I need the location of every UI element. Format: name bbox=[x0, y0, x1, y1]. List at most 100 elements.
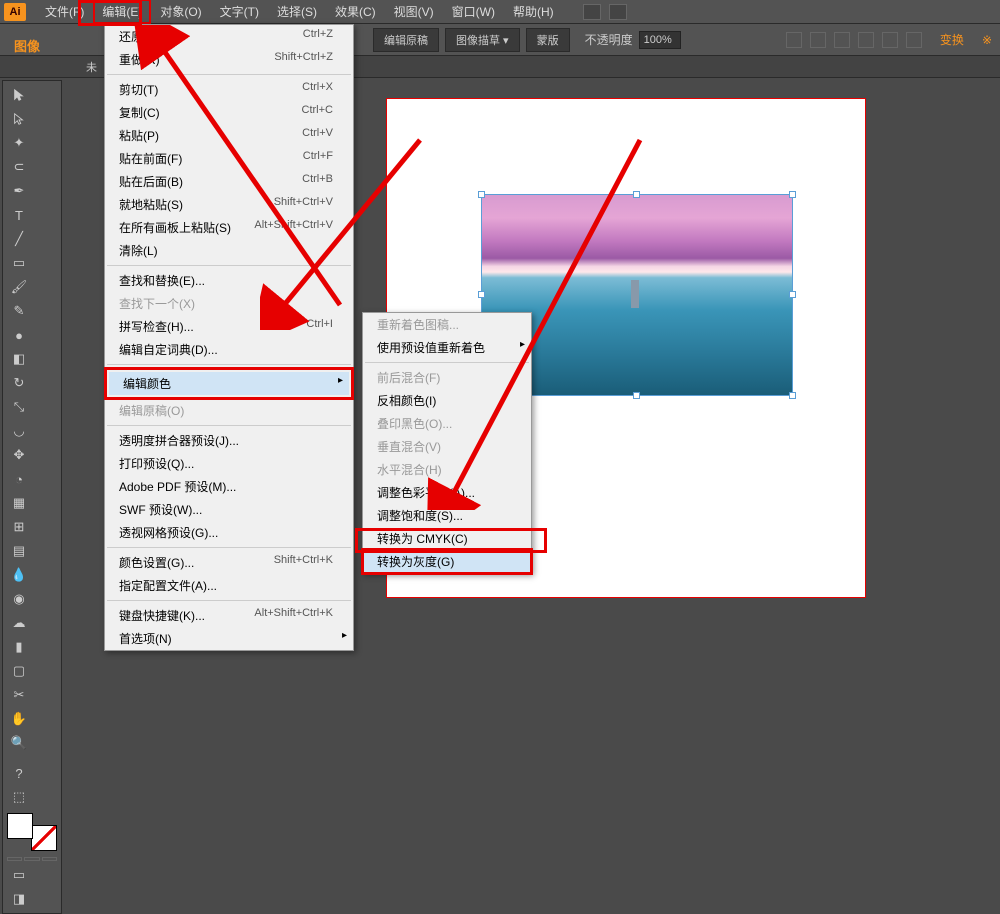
mesh-tool[interactable]: ⊞ bbox=[6, 516, 32, 538]
align-icon[interactable] bbox=[858, 32, 874, 48]
align-icon[interactable] bbox=[882, 32, 898, 48]
menu-item[interactable]: 清除(L) bbox=[105, 239, 353, 262]
screen-mode-2[interactable]: ◨ bbox=[6, 888, 32, 910]
menubar: Ai 文件(F) 编辑(E) 对象(O) 文字(T) 选择(S) 效果(C) 视… bbox=[0, 0, 1000, 24]
menu-window[interactable]: 窗口(W) bbox=[443, 0, 504, 24]
color-swatches[interactable] bbox=[7, 813, 57, 851]
resize-handle[interactable] bbox=[478, 291, 485, 298]
menu-item[interactable]: 查找和替换(E)... bbox=[105, 269, 353, 292]
menu-item[interactable]: 重做(R)Shift+Ctrl+Z bbox=[105, 48, 353, 71]
eraser-tool[interactable]: ◧ bbox=[6, 348, 32, 370]
menu-effect[interactable]: 效果(C) bbox=[326, 0, 385, 24]
slice-tool[interactable]: ✂ bbox=[6, 684, 32, 706]
menu-help[interactable]: 帮助(H) bbox=[504, 0, 563, 24]
menu-view[interactable]: 视图(V) bbox=[385, 0, 443, 24]
submenu-item[interactable]: 使用预设值重新着色 bbox=[363, 336, 531, 359]
menu-item: 编辑原稿(O) bbox=[105, 399, 353, 422]
eyedropper-tool[interactable]: 💧 bbox=[6, 564, 32, 586]
menu-item[interactable]: 就地粘贴(S)Shift+Ctrl+V bbox=[105, 193, 353, 216]
image-trace-button[interactable]: 图像描草 ▾ bbox=[445, 28, 520, 52]
pen-tool[interactable]: ✒ bbox=[6, 180, 32, 202]
resize-handle[interactable] bbox=[633, 191, 640, 198]
direct-selection-tool[interactable] bbox=[6, 108, 32, 130]
zoom-tool[interactable]: 🔍 bbox=[6, 732, 32, 754]
menu-item: 查找下一个(X) bbox=[105, 292, 353, 315]
transform-link[interactable]: 变换 bbox=[940, 31, 964, 48]
artboard-tool[interactable]: ▢ bbox=[6, 660, 32, 682]
menu-item[interactable]: 透视网格预设(G)... bbox=[105, 521, 353, 544]
menu-item[interactable]: 贴在前面(F)Ctrl+F bbox=[105, 147, 353, 170]
pencil-tool[interactable]: ✎ bbox=[6, 300, 32, 322]
hand-tool[interactable]: ✋ bbox=[6, 708, 32, 730]
toolbar-icon[interactable] bbox=[609, 4, 627, 20]
menu-item[interactable]: 剪切(T)Ctrl+X bbox=[105, 78, 353, 101]
lasso-tool[interactable]: ⊂ bbox=[6, 156, 32, 178]
align-icon[interactable] bbox=[834, 32, 850, 48]
shaper-tool[interactable]: ◔ bbox=[6, 468, 32, 490]
edit-original-button[interactable]: 编辑原稿 bbox=[373, 28, 439, 52]
magic-wand-tool[interactable]: ✦ bbox=[6, 132, 32, 154]
submenu-item[interactable]: 转换为 CMYK(C) bbox=[363, 527, 531, 550]
fill-color[interactable] bbox=[7, 813, 33, 839]
menu-item[interactable]: 粘贴(P)Ctrl+V bbox=[105, 124, 353, 147]
opacity-input[interactable] bbox=[639, 31, 681, 49]
blob-tool[interactable]: ● bbox=[6, 324, 32, 346]
menu-item[interactable]: Adobe PDF 预设(M)... bbox=[105, 475, 353, 498]
accent-icon[interactable]: ※ bbox=[982, 33, 992, 47]
resize-handle[interactable] bbox=[789, 191, 796, 198]
screen-mode[interactable]: ▭ bbox=[6, 864, 32, 886]
symbol-tool[interactable]: ☁ bbox=[6, 612, 32, 634]
menu-item[interactable]: 透明度拼合器预设(J)... bbox=[105, 429, 353, 452]
gradient-tool[interactable]: ▤ bbox=[6, 540, 32, 562]
submenu-item[interactable]: 反相颜色(I) bbox=[363, 389, 531, 412]
menu-select[interactable]: 选择(S) bbox=[268, 0, 326, 24]
align-icon[interactable] bbox=[786, 32, 802, 48]
menu-item[interactable]: 编辑自定词典(D)... bbox=[105, 338, 353, 361]
stroke-toggle[interactable]: ⬚ bbox=[6, 786, 32, 808]
menu-item[interactable]: 颜色设置(G)...Shift+Ctrl+K bbox=[105, 551, 353, 574]
type-tool[interactable]: T bbox=[6, 204, 32, 226]
toolbar-icon[interactable] bbox=[583, 4, 601, 20]
menu-object[interactable]: 对象(O) bbox=[151, 0, 210, 24]
submenu-item: 垂直混合(V) bbox=[363, 435, 531, 458]
menu-item[interactable]: 复制(C)Ctrl+C bbox=[105, 101, 353, 124]
menu-item[interactable]: 拼写检查(H)...Ctrl+I bbox=[105, 315, 353, 338]
resize-handle[interactable] bbox=[789, 392, 796, 399]
fill-toggle[interactable]: ? bbox=[6, 762, 32, 784]
menu-item[interactable]: 还原(U)Ctrl+Z bbox=[105, 25, 353, 48]
menu-item[interactable]: 贴在后面(B)Ctrl+B bbox=[105, 170, 353, 193]
align-icon[interactable] bbox=[906, 32, 922, 48]
edit-color-submenu: 重新着色图稿...使用预设值重新着色前后混合(F)反相颜色(I)叠印黑色(O).… bbox=[362, 312, 532, 574]
rotate-tool[interactable]: ↻ bbox=[6, 372, 32, 394]
selection-tool[interactable] bbox=[6, 84, 32, 106]
menu-edit[interactable]: 编辑(E) bbox=[93, 0, 151, 24]
menu-type[interactable]: 文字(T) bbox=[211, 0, 268, 24]
brush-tool[interactable]: 🖌 bbox=[6, 276, 32, 298]
graph-tool[interactable]: ▮ bbox=[6, 636, 32, 658]
document-tab[interactable]: 未 bbox=[78, 56, 105, 78]
perspective-tool[interactable]: ▦ bbox=[6, 492, 32, 514]
width-tool[interactable]: ◡ bbox=[6, 420, 32, 442]
submenu-item[interactable]: 调整饱和度(S)... bbox=[363, 504, 531, 527]
submenu-item[interactable]: 转换为灰度(G) bbox=[363, 550, 531, 573]
submenu-item[interactable]: 调整色彩平衡(A)... bbox=[363, 481, 531, 504]
resize-handle[interactable] bbox=[789, 291, 796, 298]
resize-handle[interactable] bbox=[478, 191, 485, 198]
menu-item[interactable]: SWF 预设(W)... bbox=[105, 498, 353, 521]
free-transform-tool[interactable]: ✥ bbox=[6, 444, 32, 466]
menu-item[interactable]: 首选项(N) bbox=[105, 627, 353, 650]
line-tool[interactable]: ╱ bbox=[6, 228, 32, 250]
menu-item[interactable]: 编辑颜色 bbox=[109, 372, 349, 395]
menu-item[interactable]: 打印预设(Q)... bbox=[105, 452, 353, 475]
menu-item[interactable]: 指定配置文件(A)... bbox=[105, 574, 353, 597]
mask-button[interactable]: 蒙版 bbox=[526, 28, 570, 52]
resize-handle[interactable] bbox=[633, 392, 640, 399]
blend-tool[interactable]: ◉ bbox=[6, 588, 32, 610]
scale-tool[interactable]: ⤡ bbox=[6, 396, 32, 418]
menu-item[interactable]: 键盘快捷键(K)...Alt+Shift+Ctrl+K bbox=[105, 604, 353, 627]
menu-file[interactable]: 文件(F) bbox=[36, 0, 93, 24]
align-icon[interactable] bbox=[810, 32, 826, 48]
rectangle-tool[interactable]: ▭ bbox=[6, 252, 32, 274]
stroke-color[interactable] bbox=[31, 825, 57, 851]
menu-item[interactable]: 在所有画板上粘贴(S)Alt+Shift+Ctrl+V bbox=[105, 216, 353, 239]
